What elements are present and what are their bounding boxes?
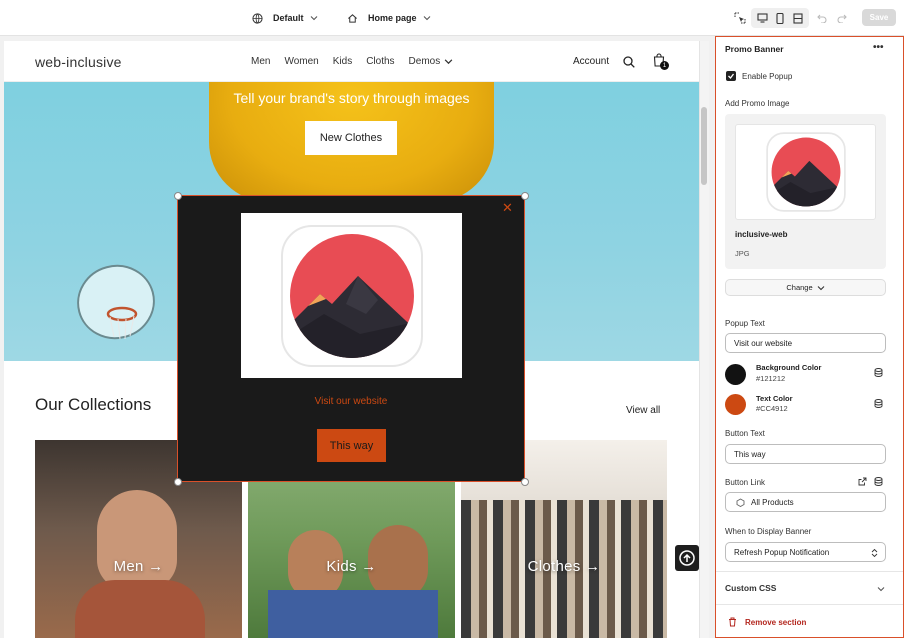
resize-handle-bottom-right[interactable] xyxy=(521,478,529,486)
chevron-down-icon xyxy=(444,59,453,65)
scroll-up-button[interactable] xyxy=(675,545,699,571)
store-nav: Men Women Kids Cloths Demos xyxy=(251,56,453,67)
trash-icon xyxy=(729,617,736,627)
display-banner-label: When to Display Banner xyxy=(725,527,812,536)
add-promo-image-label: Add Promo Image xyxy=(725,99,790,108)
image-type: JPG xyxy=(735,249,750,258)
popup-promo-image xyxy=(241,213,462,378)
change-image-label: Change xyxy=(786,283,813,292)
text-color-label: Text Color xyxy=(756,394,793,403)
remove-section-label: Remove section xyxy=(745,617,807,627)
external-link-icon[interactable] xyxy=(858,477,867,486)
globe-icon xyxy=(252,12,263,24)
cart-count-badge: 1 xyxy=(660,61,669,70)
fullscreen-icon[interactable] xyxy=(789,9,807,27)
nav-item-cloths[interactable]: Cloths xyxy=(366,56,394,67)
mobile-icon[interactable] xyxy=(771,9,789,27)
chevron-down-icon xyxy=(817,285,825,290)
remove-section-button[interactable]: Remove section xyxy=(728,617,806,627)
men-shirt-image xyxy=(75,580,205,638)
promo-image-card: inclusive-web JPG xyxy=(725,114,886,269)
men-image xyxy=(97,490,177,590)
enable-popup-label: Enable Popup xyxy=(742,72,793,81)
background-color-swatch[interactable] xyxy=(725,364,746,385)
display-banner-value: Refresh Popup Notification xyxy=(734,547,830,557)
settings-panel: Promo Banner ••• Enable Popup Add Promo … xyxy=(715,36,904,638)
close-icon[interactable]: ✕ xyxy=(502,200,513,216)
preview-scrollbar-thumb[interactable] xyxy=(701,107,707,185)
basketball-hoop-icon xyxy=(77,264,155,340)
redo-icon[interactable] xyxy=(833,9,851,27)
chevron-down-icon[interactable] xyxy=(877,585,885,593)
popup-text-label: Popup Text xyxy=(725,319,765,328)
products-icon xyxy=(736,497,745,507)
promo-popup[interactable]: ✕ Visit our website This way xyxy=(177,195,525,482)
store-logo[interactable]: web-inclusive xyxy=(35,54,122,70)
tile-label-kids: Kids → xyxy=(326,558,377,575)
store-header: web-inclusive Men Women Kids Cloths Demo… xyxy=(4,41,699,82)
search-icon[interactable] xyxy=(623,56,635,68)
hero-title: Tell your brand's story through images xyxy=(233,90,470,106)
button-link-label: Button Link xyxy=(725,478,766,487)
mountain-logo-icon xyxy=(766,132,846,212)
display-banner-select[interactable]: Refresh Popup Notification xyxy=(725,542,886,562)
select-arrows-icon xyxy=(871,548,878,558)
hero-button[interactable]: New Clothes xyxy=(305,121,397,155)
database-icon[interactable] xyxy=(874,399,883,408)
tile-label-men: Men → xyxy=(113,558,164,575)
account-link[interactable]: Account xyxy=(573,56,609,67)
button-text-label: Button Text xyxy=(725,429,765,438)
resize-handle-top-right[interactable] xyxy=(521,192,529,200)
chevron-down-icon xyxy=(423,16,430,21)
panel-divider xyxy=(716,604,903,605)
button-text-input[interactable]: This way xyxy=(725,444,886,464)
background-color-value: #121212 xyxy=(756,374,786,383)
change-image-button[interactable]: Change xyxy=(725,279,886,296)
panel-title: Promo Banner xyxy=(725,44,784,54)
mountain-logo-icon xyxy=(281,225,423,367)
text-color-swatch[interactable] xyxy=(725,394,746,415)
nav-item-demos-label: Demos xyxy=(408,56,441,67)
custom-css-label[interactable]: Custom CSS xyxy=(725,583,776,593)
popup-text: Visit our website xyxy=(314,396,388,407)
undo-icon[interactable] xyxy=(813,9,831,27)
nav-item-kids[interactable]: Kids xyxy=(333,56,352,67)
more-options-icon[interactable]: ••• xyxy=(873,42,884,53)
chevron-down-icon xyxy=(310,16,317,21)
resize-handle-top-left[interactable] xyxy=(174,192,182,200)
promo-image-thumbnail[interactable] xyxy=(735,124,876,220)
check-icon xyxy=(728,73,735,79)
arrow-up-circle-icon xyxy=(679,550,695,566)
save-button[interactable]: Save xyxy=(862,9,896,26)
database-icon[interactable] xyxy=(874,368,883,377)
enable-popup-checkbox[interactable] xyxy=(726,71,736,81)
cart-icon[interactable]: 1 xyxy=(653,53,669,71)
button-link-value: All Products xyxy=(751,497,794,507)
home-icon xyxy=(348,13,357,23)
panel-divider xyxy=(716,571,903,572)
image-name: inclusive-web xyxy=(735,230,788,239)
desktop-icon[interactable] xyxy=(753,9,771,27)
tile-label-clothes: Clothes → xyxy=(527,558,601,575)
text-color-value: #CC4912 xyxy=(756,404,788,413)
kids-shirts-image xyxy=(268,590,438,638)
page-selector[interactable]: Home page xyxy=(347,0,431,36)
button-link-input[interactable]: All Products xyxy=(725,492,886,512)
nav-item-demos[interactable]: Demos xyxy=(409,56,454,67)
view-all-link[interactable]: View all xyxy=(626,405,660,416)
popup-text-input[interactable]: Visit our website xyxy=(725,333,886,353)
theme-label: Default xyxy=(273,13,304,23)
popup-cta-button[interactable]: This way xyxy=(317,429,386,462)
inspector-icon[interactable] xyxy=(731,9,749,27)
page-label: Home page xyxy=(368,13,417,23)
background-color-label: Background Color xyxy=(756,363,822,372)
theme-selector[interactable]: Default xyxy=(252,0,318,36)
nav-item-women[interactable]: Women xyxy=(284,56,318,67)
nav-item-men[interactable]: Men xyxy=(251,56,270,67)
resize-handle-bottom-left[interactable] xyxy=(174,478,182,486)
editor-topbar: Default Home page Save xyxy=(0,0,904,36)
database-icon[interactable] xyxy=(874,477,883,486)
collections-title: Our Collections xyxy=(35,395,152,414)
